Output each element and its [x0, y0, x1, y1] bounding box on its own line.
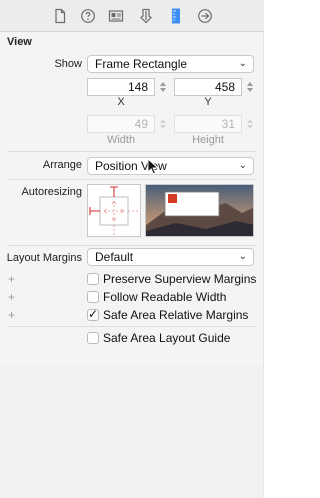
height-stepper[interactable] [244, 115, 254, 133]
empty-inspector-area [0, 366, 264, 498]
identity-card-icon[interactable] [108, 8, 124, 24]
safe-area-layout-guide-label: Safe Area Layout Guide [103, 331, 231, 345]
file-icon[interactable] [52, 8, 68, 24]
layout-margins-label: Layout Margins [6, 252, 82, 264]
checkmark-icon: ✓ [88, 307, 99, 321]
autoresizing-mask-editor[interactable] [87, 184, 141, 237]
show-popup[interactable]: Frame Rectangle ⌄ [87, 55, 254, 73]
chevron-down-icon: ⌄ [238, 251, 247, 262]
ruler-icon[interactable] [168, 8, 184, 24]
divider [8, 326, 256, 327]
mouse-cursor-icon [147, 158, 160, 175]
x-field[interactable]: 148 [87, 78, 155, 96]
safe-area-relative-margins-checkbox[interactable]: ✓ [87, 307, 99, 321]
y-stepper[interactable] [244, 78, 254, 96]
layout-margins-popup-value: Default [95, 250, 134, 264]
shield-icon[interactable] [138, 8, 154, 24]
safe-area-relative-margins-label: Safe Area Relative Margins [103, 308, 249, 322]
question-circle-icon[interactable] [80, 8, 96, 24]
divider [8, 179, 256, 180]
preserve-superview-margins-checkbox[interactable] [87, 273, 99, 285]
divider [8, 245, 256, 246]
preserve-superview-margins-label: Preserve Superview Margins [103, 272, 257, 286]
arrange-label: Arrange [42, 159, 82, 171]
add-variation-plus-icon[interactable]: + [8, 272, 15, 286]
panel-border [263, 32, 264, 498]
mountain-wallpaper-icon [146, 185, 253, 236]
x-stepper[interactable] [157, 78, 167, 96]
height-caption: Height [192, 134, 224, 146]
add-variation-plus-icon[interactable]: + [8, 308, 15, 322]
arrow-circle-icon[interactable] [197, 8, 213, 24]
width-stepper[interactable] [157, 115, 167, 133]
y-field[interactable]: 458 [174, 78, 242, 96]
chevron-down-icon: ⌄ [238, 160, 247, 171]
inspector-tab-bar [0, 0, 264, 32]
autoresizing-label: Autoresizing [21, 186, 82, 198]
width-caption: Width [106, 134, 136, 146]
layout-margins-popup[interactable]: Default ⌄ [87, 248, 254, 266]
arrange-popup[interactable]: Position View ⌄ [87, 157, 254, 175]
section-title-view: View [7, 36, 32, 48]
follow-readable-width-label: Follow Readable Width [103, 290, 227, 304]
add-variation-plus-icon[interactable]: + [8, 290, 15, 304]
autoresizing-preview [145, 184, 254, 237]
autoresizing-struts-icon [89, 186, 140, 236]
follow-readable-width-checkbox[interactable] [87, 291, 99, 303]
show-popup-value: Frame Rectangle [95, 57, 188, 71]
height-field[interactable]: 31 [174, 115, 242, 133]
show-label: Show [54, 58, 82, 70]
y-caption: Y [204, 96, 212, 108]
safe-area-layout-guide-checkbox[interactable] [87, 332, 99, 344]
x-caption: X [117, 96, 125, 108]
width-field[interactable]: 49 [87, 115, 155, 133]
chevron-down-icon: ⌄ [238, 58, 247, 69]
divider [8, 151, 256, 152]
